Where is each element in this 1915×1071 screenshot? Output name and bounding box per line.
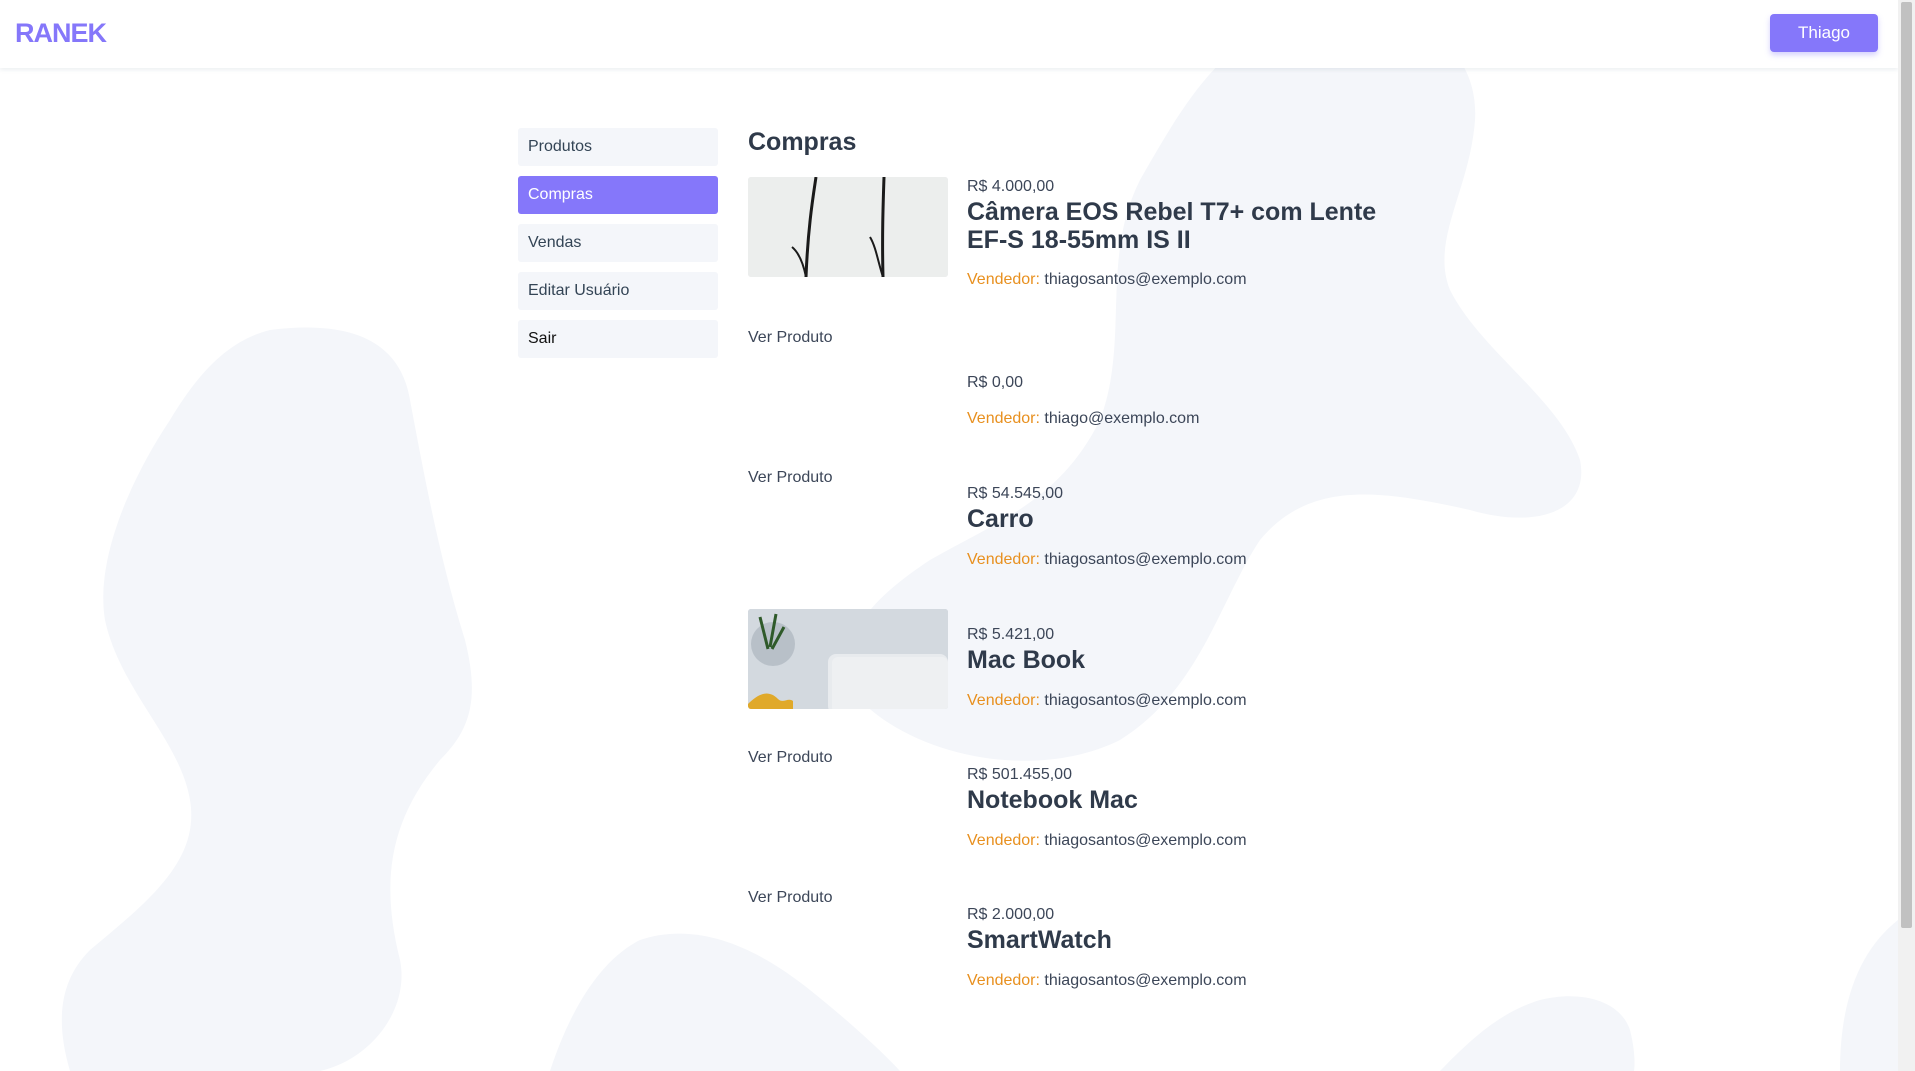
sidebar-item-produtos[interactable]: Produtos — [518, 128, 718, 166]
product-name: Carro — [967, 505, 1034, 533]
seller-label: Vendedor: — [967, 410, 1040, 427]
seller-email: thiagosantos@exemplo.com — [1044, 551, 1247, 568]
seller-label: Vendedor: — [967, 692, 1040, 709]
product-price: R$ 5.421,00 — [967, 626, 1055, 643]
seller-line: Vendedor: thiago@exemplo.com — [967, 410, 1199, 428]
vertical-scrollbar[interactable] — [1898, 0, 1915, 1071]
scrollbar-thumb[interactable] — [1901, 2, 1912, 928]
user-account-button[interactable]: Thiago — [1770, 14, 1878, 52]
seller-label: Vendedor: — [967, 271, 1040, 288]
purchase-info: R$ 2.000,00 SmartWatch Vendedor: thiagos… — [967, 906, 1387, 989]
seller-label: Vendedor: — [967, 832, 1040, 849]
seller-label: Vendedor: — [967, 551, 1040, 568]
product-price: R$ 0,00 — [967, 374, 1024, 391]
seller-line: Vendedor: thiagosantos@exemplo.com — [967, 832, 1247, 850]
view-product-link[interactable]: Ver Produto — [748, 889, 833, 907]
purchase-info: R$ 0,00 Vendedor: thiago@exemplo.com — [967, 374, 1387, 427]
seller-line: Vendedor: thiagosantos@exemplo.com — [967, 692, 1247, 710]
product-name: Câmera EOS Rebel T7+ com Lente EF-S 18-5… — [967, 198, 1377, 254]
ranek-logo[interactable]: RANEK — [15, 18, 107, 46]
logo-text: RANEK — [15, 18, 107, 46]
view-product-link[interactable]: Ver Produto — [748, 329, 833, 347]
sidebar-item-vendas[interactable]: Vendas — [518, 224, 718, 262]
sidebar-item-compras[interactable]: Compras — [518, 176, 718, 214]
seller-line: Vendedor: thiagosantos@exemplo.com — [967, 551, 1247, 569]
product-image[interactable] — [748, 177, 948, 277]
product-price: R$ 54.545,00 — [967, 485, 1064, 502]
seller-line: Vendedor: thiagosantos@exemplo.com — [967, 271, 1247, 289]
seller-line: Vendedor: thiagosantos@exemplo.com — [967, 972, 1247, 990]
product-image[interactable] — [748, 609, 948, 709]
page-title: Compras — [748, 128, 857, 156]
purchase-info: R$ 5.421,00 Mac Book Vendedor: thiagosan… — [967, 626, 1387, 709]
product-name: SmartWatch — [967, 926, 1112, 954]
product-name: Notebook Mac — [967, 786, 1138, 814]
purchase-info: R$ 54.545,00 Carro Vendedor: thiagosanto… — [967, 485, 1387, 568]
product-price: R$ 4.000,00 — [967, 178, 1055, 195]
seller-email: thiagosantos@exemplo.com — [1044, 692, 1247, 709]
purchase-info: R$ 501.455,00 Notebook Mac Vendedor: thi… — [967, 766, 1387, 849]
seller-email: thiagosantos@exemplo.com — [1044, 972, 1247, 989]
view-product-link[interactable]: Ver Produto — [748, 469, 833, 487]
top-header: RANEK Thiago — [0, 0, 1898, 68]
product-price: R$ 2.000,00 — [967, 906, 1055, 923]
seller-email: thiagosantos@exemplo.com — [1044, 832, 1247, 849]
account-sidebar: Produtos Compras Vendas Editar Usuário S… — [518, 128, 718, 368]
seller-label: Vendedor: — [967, 972, 1040, 989]
seller-email: thiagosantos@exemplo.com — [1044, 271, 1247, 288]
seller-email: thiago@exemplo.com — [1044, 410, 1200, 427]
sidebar-item-editar-usuario[interactable]: Editar Usuário — [518, 272, 718, 310]
product-name: Mac Book — [967, 646, 1086, 674]
view-product-link[interactable]: Ver Produto — [748, 749, 833, 767]
background-blobs — [61, 11, 1898, 1071]
product-price: R$ 501.455,00 — [967, 766, 1072, 783]
sidebar-item-sair[interactable]: Sair — [518, 320, 718, 358]
purchase-info: R$ 4.000,00 Câmera EOS Rebel T7+ com Len… — [967, 178, 1387, 288]
